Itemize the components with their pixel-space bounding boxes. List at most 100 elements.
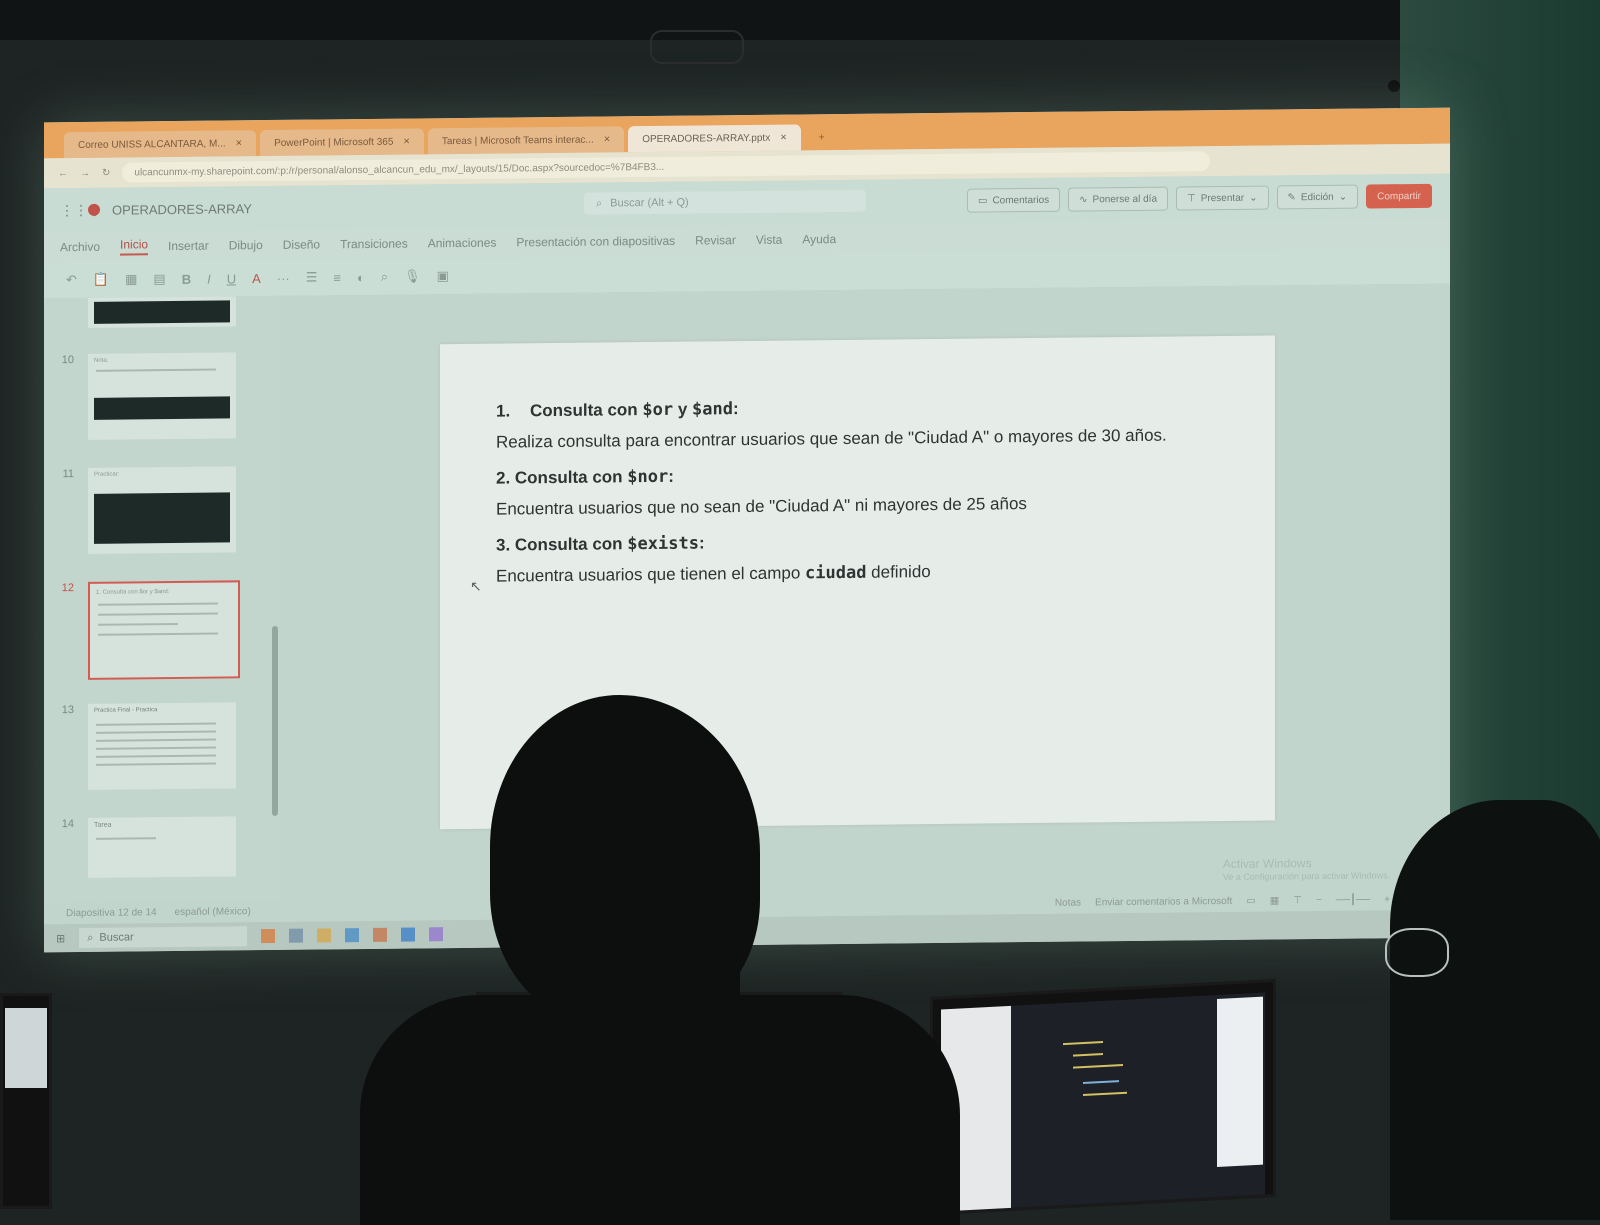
bold-icon[interactable]: B	[182, 271, 191, 286]
tab-label: PowerPoint | Microsoft 365	[274, 136, 394, 149]
comments-button[interactable]: ▭ Comentarios	[966, 187, 1061, 213]
slide-thumbnail[interactable]: Nota:	[88, 352, 236, 440]
slide-thumbnail[interactable]	[88, 296, 236, 328]
shapes-icon[interactable]: ◐	[357, 270, 365, 285]
underline-icon[interactable]: U	[227, 271, 236, 286]
heading-text: Consulta con	[530, 400, 643, 421]
vscode-icon[interactable]	[401, 927, 416, 942]
zoom-out-icon[interactable]: −	[1316, 894, 1322, 905]
tab-dibujo[interactable]: Dibujo	[229, 238, 263, 252]
search-box[interactable]: ⌕ Buscar (Alt + Q)	[584, 189, 866, 215]
pencil-icon: ✎	[1287, 191, 1296, 203]
zoom-slider[interactable]: ──┃──	[1336, 894, 1370, 905]
new-slide-icon[interactable]: ▦	[125, 271, 137, 287]
task-view-icon[interactable]	[289, 928, 304, 943]
powerpoint-taskbar-icon[interactable]	[373, 927, 388, 942]
browser-tab[interactable]: Correo UNISS ALCANTARA, M... ×	[64, 130, 257, 159]
watermark-title: Activar Windows	[1222, 855, 1312, 871]
search-icon: ⌕	[596, 197, 603, 210]
editing-button[interactable]: ✎ Edición ⌄	[1276, 184, 1359, 210]
second-person	[1390, 800, 1600, 1220]
language-indicator[interactable]: español (México)	[175, 906, 251, 918]
thumbnail-row: 10 Nota:	[60, 352, 236, 440]
tab-archivo[interactable]: Archivo	[60, 240, 100, 254]
windows-start-icon[interactable]: ⊞	[56, 932, 65, 945]
align-icon[interactable]: ≡	[333, 270, 341, 285]
sorter-view-icon[interactable]: ▦	[1270, 895, 1279, 906]
edge-browser-icon[interactable]	[345, 928, 360, 943]
italic-icon[interactable]: I	[207, 271, 211, 286]
tab-inicio[interactable]: Inicio	[120, 237, 149, 256]
slide-thumbnail[interactable]: Tarea	[88, 816, 236, 878]
present-button[interactable]: ⊤ Presentar ⌄	[1176, 185, 1269, 211]
slide-heading-2: 2. Consulta con $nor:	[496, 461, 1219, 489]
slide-thumbnail[interactable]: Practica Final - Practica	[88, 702, 236, 790]
catch-up-button[interactable]: ∿ Ponerse al día	[1068, 186, 1169, 212]
projector-mount	[650, 30, 744, 64]
code-operator: $or	[642, 399, 674, 421]
slide-counter: Diapositiva 12 de 14	[66, 906, 157, 919]
browser-tab[interactable]: PowerPoint | Microsoft 365 ×	[260, 128, 424, 157]
laptop-screen	[5, 1008, 47, 1088]
close-icon[interactable]: ×	[236, 137, 242, 149]
paragraph-text: definido	[866, 561, 931, 582]
slide-thumbnail-selected[interactable]: 1. Consulta con $or y $and:	[88, 580, 240, 680]
tab-animaciones[interactable]: Animaciones	[428, 236, 497, 251]
app-launcher-icon[interactable]: ⋮⋮⋮	[60, 202, 102, 218]
more-icon[interactable]: ···	[277, 270, 290, 285]
undo-icon[interactable]: ↶	[66, 272, 77, 288]
slide-heading-1: 1. Consulta con $or y $and:	[496, 394, 1219, 422]
thumbnail-text-line	[96, 754, 216, 758]
zoom-in-icon[interactable]: +	[1384, 894, 1390, 905]
tab-presentacion[interactable]: Presentación con diapositivas	[516, 234, 675, 250]
code-operator: $and	[692, 399, 733, 420]
tab-vista[interactable]: Vista	[756, 233, 782, 247]
paste-icon[interactable]: 📋	[93, 272, 109, 288]
person-head	[490, 695, 760, 1025]
normal-view-icon[interactable]: ▭	[1246, 895, 1255, 906]
thumbnail-code-block	[94, 492, 230, 544]
reading-view-icon[interactable]: ⊤	[1293, 895, 1302, 906]
thumbnail-text-line	[96, 368, 216, 372]
share-button[interactable]: Compartir	[1366, 183, 1432, 209]
document-title[interactable]: OPERADORES-ARRAY	[112, 201, 252, 217]
browser-tab[interactable]: Tareas | Microsoft Teams interac... ×	[427, 126, 625, 155]
back-icon[interactable]: ←	[58, 168, 68, 179]
tab-diseno[interactable]: Diseño	[283, 237, 320, 251]
notes-button[interactable]: Notas	[1055, 897, 1081, 908]
new-tab-button[interactable]: +	[805, 124, 853, 151]
find-icon[interactable]: ⌕	[381, 269, 388, 285]
close-icon[interactable]: ×	[780, 132, 786, 144]
close-icon[interactable]: ×	[604, 133, 610, 145]
folder-app-icon[interactable]	[261, 928, 276, 944]
bullets-icon[interactable]: ☰	[306, 269, 318, 285]
heading-text: :	[732, 399, 739, 419]
pulse-icon: ∿	[1079, 193, 1088, 206]
dictate-icon[interactable]: 🎙	[404, 268, 421, 284]
thumbnail-text-line	[96, 730, 216, 734]
layout-icon[interactable]: ▤	[153, 271, 165, 287]
font-color-icon[interactable]: A	[252, 271, 261, 286]
slide-thumbnail[interactable]: Practicar:	[88, 466, 236, 554]
tab-transiciones[interactable]: Transiciones	[340, 237, 408, 252]
forward-icon[interactable]: →	[80, 167, 90, 178]
slide-content: 1. Consulta con $or y $and: Realiza consu…	[496, 394, 1219, 602]
slide-paragraph-2: Encuentra usuarios que no sean de "Ciuda…	[496, 494, 1027, 519]
teams-icon[interactable]	[429, 927, 444, 942]
comments-label: Comentarios	[992, 194, 1050, 206]
thumbnail-code-block	[94, 396, 230, 420]
close-icon[interactable]: ×	[403, 136, 409, 148]
tab-label: Tareas | Microsoft Teams interac...	[441, 134, 594, 147]
tab-revisar[interactable]: Revisar	[695, 233, 736, 247]
tab-insertar[interactable]: Insertar	[168, 239, 209, 253]
thumbnail-title: Practica Final - Practica	[94, 707, 158, 714]
tab-label: OPERADORES-ARRAY.pptx	[642, 132, 771, 145]
reload-icon[interactable]: ↻	[102, 167, 110, 178]
file-explorer-icon[interactable]	[317, 928, 332, 943]
thumbnail-scrollbar[interactable]	[272, 625, 278, 816]
designer-icon[interactable]: ▣	[437, 268, 449, 284]
browser-tab-active[interactable]: OPERADORES-ARRAY.pptx ×	[628, 124, 801, 153]
tab-ayuda[interactable]: Ayuda	[802, 232, 836, 246]
feedback-link[interactable]: Enviar comentarios a Microsoft	[1095, 895, 1232, 907]
taskbar-search[interactable]: ⌕ Buscar	[79, 926, 248, 948]
